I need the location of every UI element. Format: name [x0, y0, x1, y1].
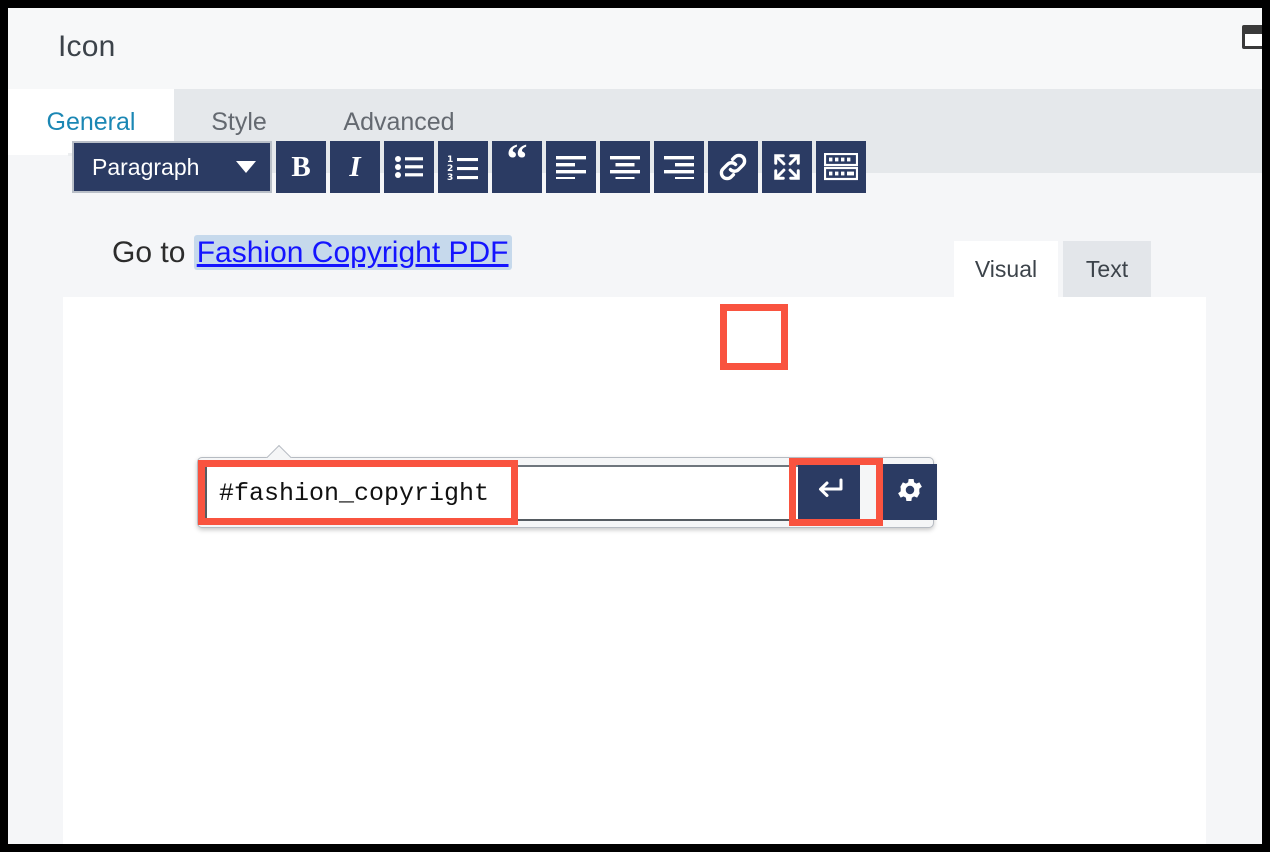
- tab-style-label: Style: [211, 107, 267, 136]
- toolbar-toggle-button[interactable]: [816, 141, 866, 193]
- align-left-button[interactable]: [546, 141, 596, 193]
- editor-prefix-text: Go to: [112, 236, 194, 269]
- svg-text:3: 3: [447, 173, 453, 180]
- window-layout-icon[interactable]: [1242, 25, 1262, 49]
- fullscreen-button[interactable]: [762, 141, 812, 193]
- tab-advanced-label: Advanced: [343, 107, 455, 136]
- page-title: Icon: [58, 30, 116, 63]
- editor-content[interactable]: Go to Fashion Copyright PDF: [112, 235, 512, 270]
- tab-visual-label: Visual: [974, 255, 1038, 282]
- keyboard-icon: [824, 153, 858, 181]
- numbered-list-icon: 1 2 3: [447, 154, 479, 180]
- align-center-icon: [610, 155, 640, 179]
- bold-icon: B: [291, 150, 311, 183]
- link-url-input[interactable]: [205, 465, 805, 521]
- tab-visual[interactable]: Visual: [954, 241, 1058, 297]
- enter-arrow-icon: [814, 477, 844, 508]
- insert-link-button[interactable]: [708, 141, 758, 193]
- align-left-icon: [556, 155, 586, 179]
- align-center-button[interactable]: [600, 141, 650, 193]
- blockquote-button[interactable]: “: [492, 139, 542, 193]
- chevron-down-icon: [236, 161, 256, 173]
- gear-icon: [895, 475, 925, 510]
- app-viewport: Icon General Style Advanced Visual Text …: [8, 8, 1262, 844]
- align-right-button[interactable]: [654, 141, 704, 193]
- italic-button[interactable]: I: [330, 141, 380, 193]
- editor-canvas[interactable]: [63, 297, 1206, 844]
- numbered-list-button[interactable]: 1 2 3: [438, 141, 488, 193]
- tab-text[interactable]: Text: [1063, 241, 1151, 297]
- panel-header: Icon: [8, 8, 1262, 89]
- fullscreen-icon: [772, 152, 802, 182]
- link-apply-button[interactable]: [798, 464, 860, 520]
- link-icon: [716, 150, 750, 184]
- tab-general-label: General: [46, 107, 136, 136]
- popup-arrow: [266, 445, 292, 458]
- link-options-button[interactable]: [883, 464, 937, 520]
- align-right-icon: [664, 155, 694, 179]
- bold-button[interactable]: B: [276, 141, 326, 193]
- italic-icon: I: [349, 150, 361, 183]
- editor-toolbar: Paragraph B I 1 2 3 “: [72, 139, 866, 193]
- inline-link[interactable]: Fashion Copyright PDF: [193, 235, 512, 270]
- format-select-label: Paragraph: [92, 153, 200, 180]
- bulleted-list-icon: [394, 155, 424, 179]
- bulleted-list-button[interactable]: [384, 141, 434, 193]
- format-select[interactable]: Paragraph: [72, 141, 272, 193]
- tab-text-label: Text: [1085, 255, 1129, 282]
- screenshot-frame: Icon General Style Advanced Visual Text …: [0, 0, 1270, 852]
